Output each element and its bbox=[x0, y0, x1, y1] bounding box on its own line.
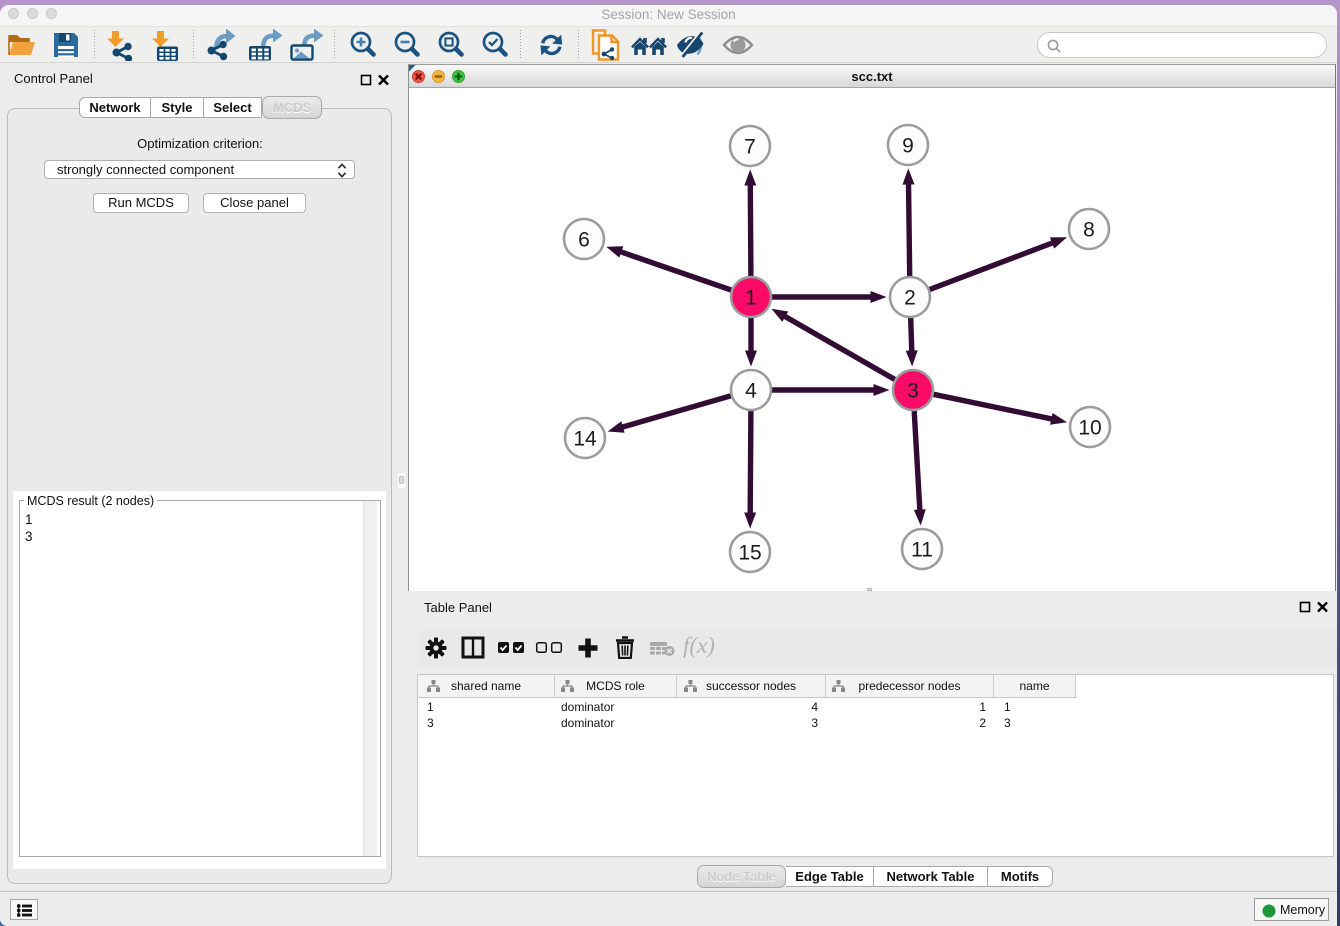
svg-text:14: 14 bbox=[573, 428, 597, 451]
svg-text:4: 4 bbox=[745, 380, 757, 403]
svg-text:8: 8 bbox=[1083, 219, 1095, 242]
svg-text:6: 6 bbox=[578, 229, 590, 252]
svg-text:15: 15 bbox=[738, 542, 761, 565]
svg-text:10: 10 bbox=[1078, 417, 1101, 440]
svg-text:11: 11 bbox=[911, 539, 933, 562]
svg-text:2: 2 bbox=[904, 287, 916, 310]
svg-text:9: 9 bbox=[902, 135, 914, 158]
svg-text:7: 7 bbox=[744, 136, 756, 159]
svg-text:3: 3 bbox=[907, 380, 919, 403]
svg-text:1: 1 bbox=[745, 287, 757, 310]
